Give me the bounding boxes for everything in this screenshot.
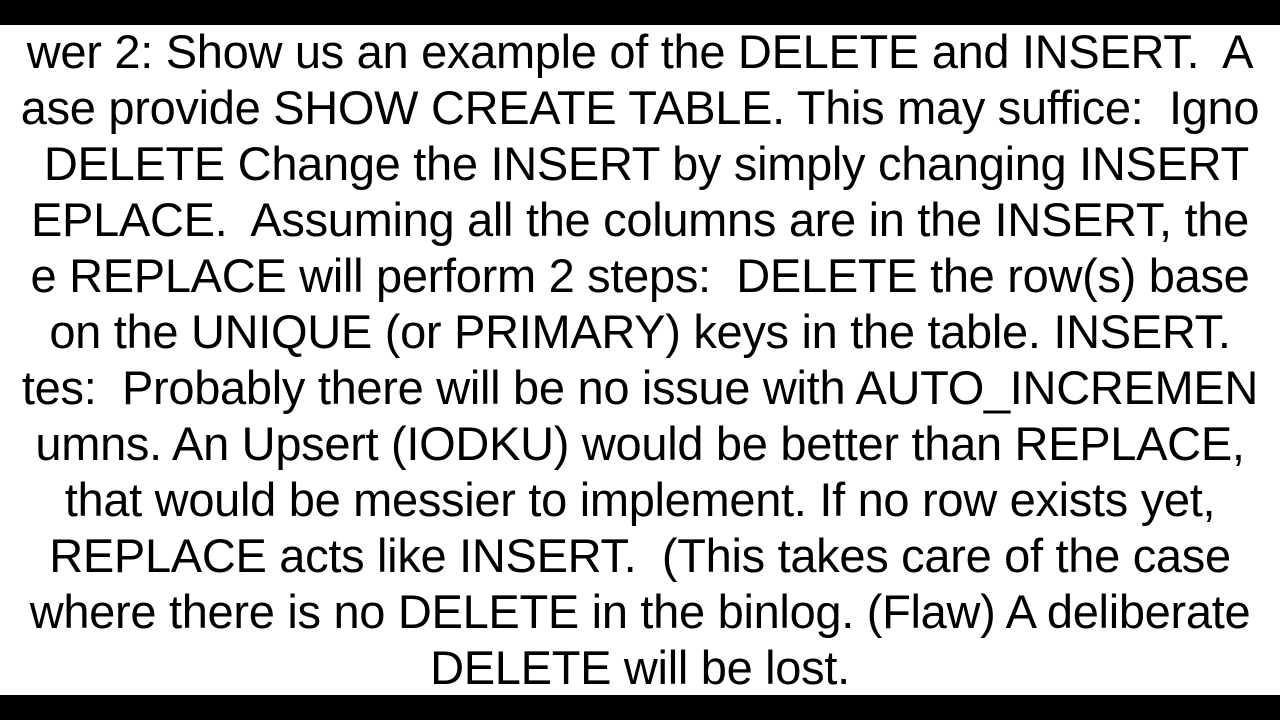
document-body-text: wer 2: Show us an example of the DELETE … [0,25,1280,695]
letterbox-top [0,0,1280,25]
letterbox-bottom [0,695,1280,720]
document-content-area: wer 2: Show us an example of the DELETE … [0,25,1280,695]
